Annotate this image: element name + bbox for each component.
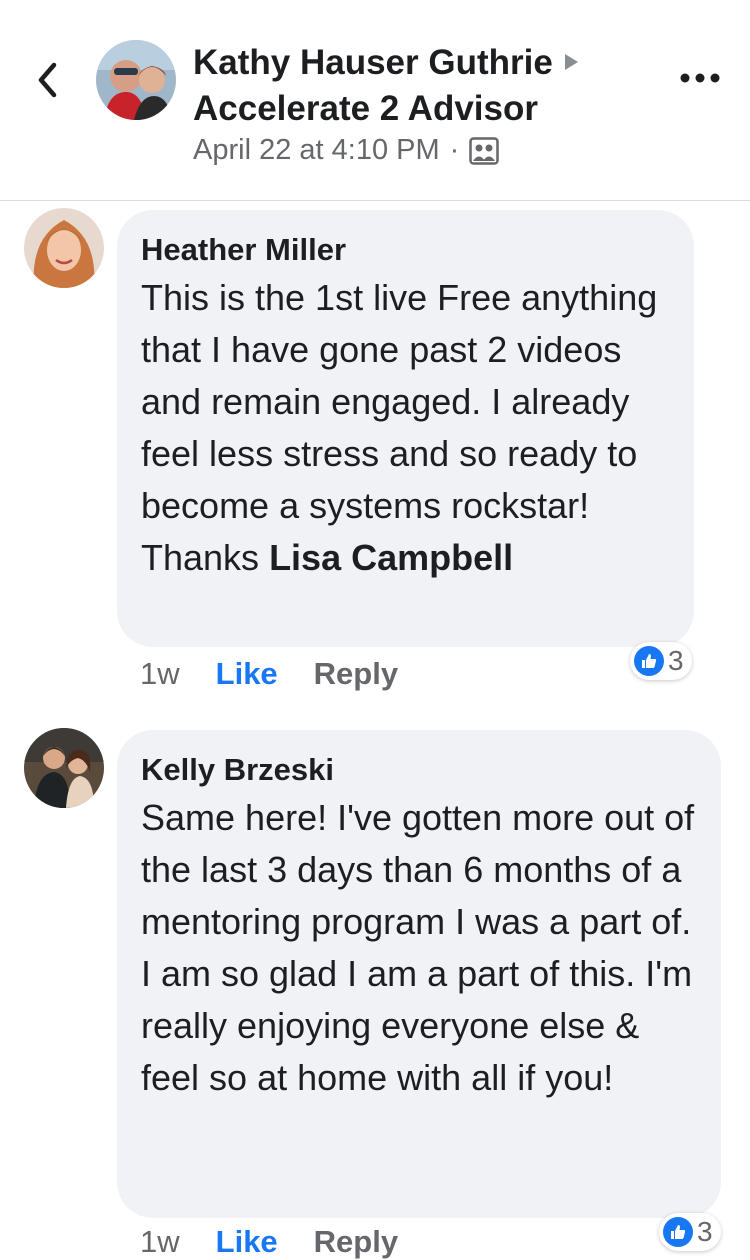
like-reaction-icon [634, 646, 664, 676]
reaction-count: 3 [697, 1216, 713, 1247]
comment-actions: 1w Like Reply [140, 656, 398, 692]
reply-button[interactable]: Reply [314, 1224, 398, 1260]
post-header: Kathy Hauser Guthrie Accelerate 2 Adviso… [0, 0, 750, 201]
commenter-avatar[interactable] [24, 208, 104, 288]
comment-author[interactable]: Kelly Brzeski [141, 750, 697, 790]
meta-separator: · [449, 134, 460, 166]
group-name[interactable]: Accelerate 2 Advisor [193, 86, 578, 132]
commenter-avatar[interactable] [24, 728, 104, 808]
comment-bubble: Heather Miller This is the 1st live Free… [117, 210, 694, 647]
comment-text: This is the 1st live Free anything that … [141, 272, 670, 584]
comment-time[interactable]: 1w [140, 1224, 180, 1260]
comment-actions: 1w Like Reply [140, 1224, 398, 1260]
reply-button[interactable]: Reply [314, 656, 398, 692]
back-button[interactable] [30, 60, 64, 100]
post-meta: April 22 at 4:10 PM · [193, 134, 500, 167]
reaction-count: 3 [668, 645, 684, 676]
comment-bubble: Kelly Brzeski Same here! I've gotten mor… [117, 730, 721, 1218]
post-title: Kathy Hauser Guthrie Accelerate 2 Adviso… [193, 40, 578, 132]
mention-link[interactable]: Lisa Campbell [269, 537, 513, 578]
post-timestamp[interactable]: April 22 at 4:10 PM [193, 134, 440, 167]
reaction-count-badge[interactable]: 3 [659, 1213, 721, 1251]
poster-name[interactable]: Kathy Hauser Guthrie [193, 43, 553, 82]
arrow-right-icon [564, 54, 578, 70]
poster-avatar[interactable] [96, 40, 176, 120]
comment-author[interactable]: Heather Miller [141, 230, 670, 270]
chevron-left-icon [38, 62, 57, 98]
reaction-count-badge[interactable]: 3 [630, 642, 692, 680]
comment-time[interactable]: 1w [140, 656, 180, 692]
comment-body: This is the 1st live Free anything that … [141, 277, 658, 578]
like-button[interactable]: Like [216, 1224, 278, 1260]
group-icon [469, 136, 500, 165]
more-options-button[interactable] [678, 60, 722, 96]
like-button[interactable]: Like [216, 656, 278, 692]
comment-text: Same here! I've gotten more out of the l… [141, 797, 695, 1098]
more-horizontal-icon [680, 73, 720, 83]
